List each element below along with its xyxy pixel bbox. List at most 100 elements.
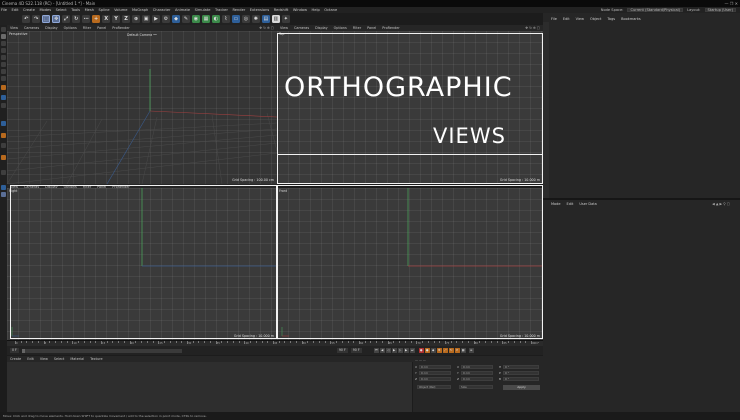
- menu-mesh[interactable]: Mesh: [85, 8, 94, 12]
- coord-size-field[interactable]: 0 cm: [461, 371, 493, 375]
- om-menu-bookmarks[interactable]: Bookmarks: [621, 17, 641, 21]
- menu-render[interactable]: Render: [232, 8, 245, 12]
- axis-mode-icon[interactable]: [1, 76, 6, 81]
- menu-tracker[interactable]: Tracker: [215, 8, 228, 12]
- om-menu-view[interactable]: View: [576, 17, 584, 21]
- mat-menu-create[interactable]: Create: [10, 357, 21, 361]
- mat-menu-edit[interactable]: Edit: [27, 357, 34, 361]
- edges-mode-icon[interactable]: [1, 62, 6, 67]
- next-key-icon[interactable]: ▶: [403, 348, 409, 353]
- autokey-icon[interactable]: ●: [424, 348, 430, 353]
- locked-workplane-icon[interactable]: [1, 121, 6, 126]
- key-param-icon[interactable]: P: [454, 348, 460, 353]
- coord-size-field[interactable]: 0 cm: [461, 377, 493, 381]
- vp-menu-prorender[interactable]: ProRender: [112, 26, 129, 30]
- vp-menu-view[interactable]: View: [10, 26, 18, 30]
- mat-menu-material[interactable]: Material: [70, 357, 84, 361]
- polygons-mode-icon[interactable]: [1, 69, 6, 74]
- tweak-mode-icon[interactable]: [1, 143, 6, 148]
- texture-mode-icon[interactable]: [1, 41, 6, 46]
- array-icon[interactable]: ▦: [201, 14, 211, 24]
- tag-icon[interactable]: ▤: [261, 14, 271, 24]
- menu-extensions[interactable]: Extensions: [250, 8, 270, 12]
- go-to-end-icon[interactable]: ⏭: [409, 348, 415, 353]
- attr-menu-mode[interactable]: Mode: [551, 202, 561, 206]
- soft-selection-icon[interactable]: [1, 95, 6, 100]
- coord-rot-field[interactable]: 0 °: [503, 371, 539, 375]
- menu-octane[interactable]: Octane: [324, 8, 337, 12]
- vp-menu-cameras[interactable]: Cameras: [24, 26, 39, 30]
- go-to-start-icon[interactable]: ⏮: [373, 348, 379, 353]
- vp-menu-panel[interactable]: Panel: [97, 26, 106, 30]
- end-frame-field-2[interactable]: 90 F: [350, 348, 362, 353]
- z-axis-icon[interactable]: Z: [121, 14, 131, 24]
- coord-rot-field[interactable]: 0 °: [503, 365, 539, 369]
- viewport-solo-icon[interactable]: [1, 133, 6, 138]
- perspective-viewport[interactable]: Perspective Default Camera •• Grid Spaci…: [7, 31, 277, 184]
- x-axis-icon[interactable]: X: [101, 14, 111, 24]
- camera-label[interactable]: Default Camera ••: [127, 33, 157, 37]
- mat-menu-select[interactable]: Select: [54, 357, 64, 361]
- subdivision-icon[interactable]: ◉: [191, 14, 201, 24]
- vp-menu-options[interactable]: Options: [334, 26, 347, 30]
- menu-window[interactable]: Window: [293, 8, 307, 12]
- frame-range-slider[interactable]: [21, 348, 182, 353]
- extra-tool-icon[interactable]: [1, 170, 6, 175]
- viewport-settings-icon[interactable]: [1, 192, 6, 197]
- coord-size-field[interactable]: 0 cm: [461, 365, 493, 369]
- vp-menu-filter[interactable]: Filter: [83, 26, 91, 30]
- layer-icon[interactable]: [1, 185, 6, 190]
- floor-icon[interactable]: ▭: [231, 14, 241, 24]
- snapping-icon[interactable]: [1, 85, 6, 90]
- render-region-icon[interactable]: ▣: [141, 14, 151, 24]
- coord-mode-dropdown[interactable]: Object (Rel): [417, 385, 451, 389]
- camera-icon[interactable]: ◎: [241, 14, 251, 24]
- redo-icon[interactable]: ↷: [31, 14, 41, 24]
- coord-pos-field[interactable]: 0 cm: [419, 365, 451, 369]
- om-menu-file[interactable]: File: [551, 17, 557, 21]
- attr-menu-userdata[interactable]: User Data: [579, 202, 596, 206]
- vp-menu-display[interactable]: Display: [45, 26, 58, 30]
- cube-icon[interactable]: ◆: [171, 14, 181, 24]
- menu-edit[interactable]: Edit: [12, 8, 19, 12]
- menu-mograph[interactable]: MoGraph: [132, 8, 148, 12]
- vp-menu-view[interactable]: View: [280, 26, 288, 30]
- menu-spline[interactable]: Spline: [99, 8, 110, 12]
- menu-help[interactable]: Help: [312, 8, 320, 12]
- apply-button[interactable]: Apply: [503, 385, 540, 390]
- menu-select[interactable]: Select: [56, 8, 67, 12]
- right-viewport[interactable]: Right Grid Spacing : 10.000 m: [7, 188, 277, 340]
- coord-size-dropdown[interactable]: Size: [459, 385, 493, 389]
- undo-icon[interactable]: ↶: [22, 14, 31, 24]
- front-viewport[interactable]: Front Grid Spacing : 10.000 m: [277, 188, 543, 340]
- menu-volume[interactable]: Volume: [114, 8, 127, 12]
- points-mode-icon[interactable]: [1, 55, 6, 60]
- menu-tools[interactable]: Tools: [71, 8, 80, 12]
- vp-menu-prorender[interactable]: ProRender: [382, 26, 399, 30]
- next-frame-icon[interactable]: ▷: [397, 348, 403, 353]
- coord-pos-field[interactable]: 0 cm: [419, 371, 451, 375]
- start-frame-field[interactable]: 0 F: [10, 348, 19, 353]
- coord-rot-field[interactable]: 0 °: [503, 377, 539, 381]
- om-menu-edit[interactable]: Edit: [563, 17, 570, 21]
- node-space-dropdown[interactable]: Current (Standard/Physical): [627, 8, 684, 12]
- move-icon[interactable]: ✥: [51, 14, 61, 24]
- make-editable-icon[interactable]: [1, 27, 6, 32]
- top-viewport[interactable]: Top Grid Spacing : 10.000 m: [277, 31, 543, 184]
- select-icon[interactable]: ⬚: [41, 14, 51, 24]
- layout-dropdown[interactable]: Startup (User): [704, 8, 736, 12]
- end-frame-field[interactable]: 90 F: [336, 348, 348, 353]
- octane-tool-icon[interactable]: [1, 155, 6, 160]
- y-axis-icon[interactable]: Y: [111, 14, 121, 24]
- pen-icon[interactable]: ✎: [181, 14, 191, 24]
- octane-icon[interactable]: ✦: [281, 14, 291, 24]
- range-start-handle[interactable]: [21, 348, 25, 353]
- menu-animate[interactable]: Animate: [175, 8, 190, 12]
- coord-icon[interactable]: +: [91, 14, 101, 24]
- timeline-menu-icon[interactable]: ≡: [468, 348, 474, 353]
- mat-menu-texture[interactable]: Texture: [90, 357, 102, 361]
- record-icon[interactable]: ●: [418, 348, 424, 353]
- texture-icon[interactable]: ▥: [271, 14, 281, 24]
- menu-create[interactable]: Create: [23, 8, 35, 12]
- menu-character[interactable]: Character: [153, 8, 171, 12]
